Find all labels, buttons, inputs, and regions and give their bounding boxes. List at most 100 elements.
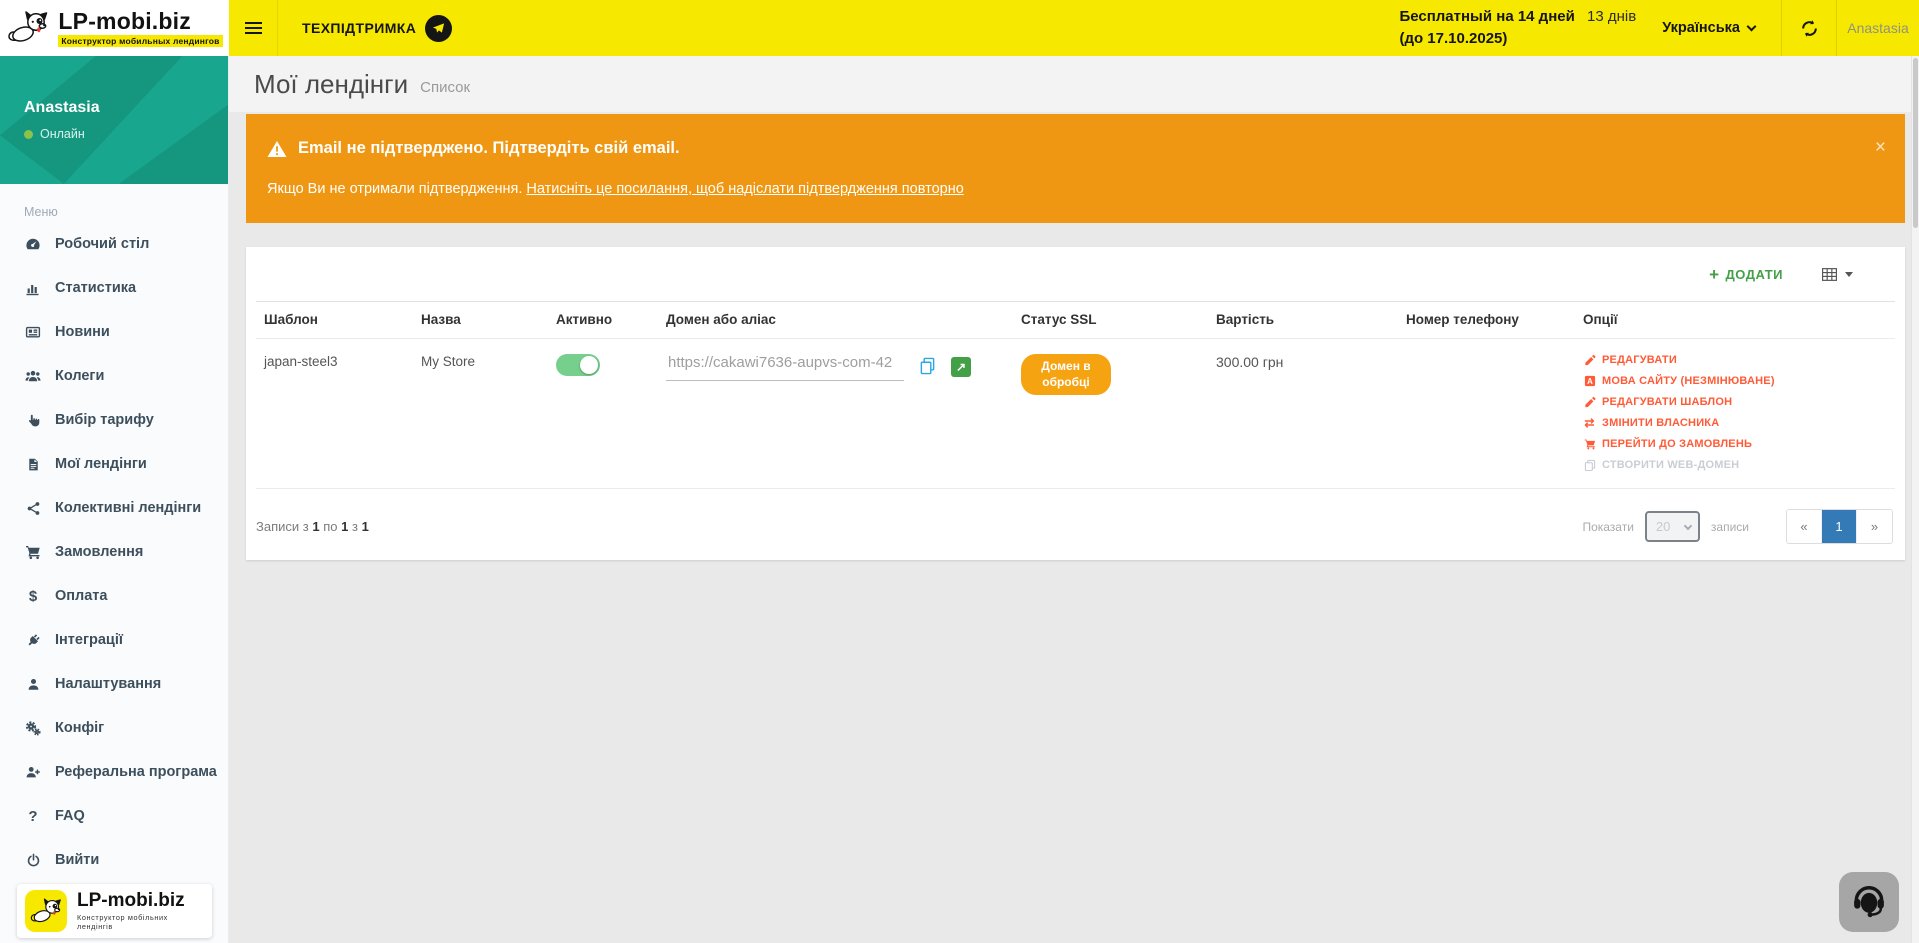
sidebar-item-config[interactable]: Конфіг [0,706,228,750]
trial-info: Бесплатный на 14 дней 13 днів (до 17.10.… [1399,6,1636,51]
question-icon: ? [24,808,42,825]
online-status-label: Онлайн [40,127,85,141]
dog-logo-icon [6,11,50,45]
trial-until: (до 17.10.2025) [1399,28,1636,51]
pagination-prev-button[interactable]: « [1787,510,1822,543]
trial-title: Бесплатный на 14 дней [1399,8,1574,25]
col-price: Вартість [1208,302,1398,339]
ssl-status-badge: Домен в обробці [1021,354,1111,395]
sidebar-footer-logo[interactable]: LP-mobi.biz Конструктор мобільних лендін… [17,884,212,938]
landings-card: + ДОДАТИ Шаблон Назва Активно Домен або … [246,247,1905,560]
sidebar-item-logout[interactable]: Вийти [0,838,228,882]
add-landing-button[interactable]: + ДОДАТИ [1709,266,1783,283]
cell-price: 300.00 грн [1216,354,1283,370]
option-edit-template[interactable]: РЕДАГУВАТИ ШАБЛОН [1583,396,1887,408]
cell-name: My Store [413,339,548,489]
logo-title: LP-mobi.biz [58,10,191,33]
landings-table: Шаблон Назва Активно Домен або аліас Ста… [256,301,1895,489]
page-size-select[interactable]: 20 [1645,511,1700,542]
col-ssl-status: Статус SSL [1013,302,1208,339]
topbar-yellow: ТЕХПІДТРИМКА Бесплатный на 14 дней 13 дн… [229,0,1919,56]
active-toggle[interactable] [556,354,600,376]
col-domain: Домен або аліас [658,302,1013,339]
option-change-owner[interactable]: ⇄ ЗМІНИТИ ВЛАСНИКА [1583,417,1887,429]
sidebar-item-faq[interactable]: ? FAQ [0,794,228,838]
support-label: ТЕХПІДТРИМКА [302,20,416,36]
footer-logo-subtitle: Конструктор мобільних лендінгів [77,913,204,931]
close-icon[interactable]: × [1875,138,1886,157]
menu-section-label: Меню [0,184,228,222]
col-options: Опції [1575,302,1895,339]
support-chat-button[interactable] [1839,872,1899,932]
cart-icon [24,544,42,560]
sidebar-item-news[interactable]: Новини [0,310,228,354]
open-site-button[interactable]: ↗ [951,357,971,377]
options-list: РЕДАГУВАТИ A МОВА САЙТУ (НЕЗМІНЮВАНЕ) РЕ… [1583,354,1887,471]
domain-input[interactable] [666,354,904,381]
sidebar-item-integrations[interactable]: Інтеграції [0,618,228,662]
page-title: Мої лендінги [254,69,408,100]
alert-title: Email не підтверджено. Підтвердіть свій … [298,139,680,158]
sidebar-item-colleagues[interactable]: Колеги [0,354,228,398]
col-template: Шаблон [256,302,413,339]
logo-subtitle: Конструктор мобильных лендингов [58,35,222,47]
sidebar-toggle-button[interactable] [229,0,278,56]
scrollbar-thumb[interactable] [1913,58,1918,228]
resend-confirmation-link[interactable]: Натисніть це посилання, щоб надіслати пі… [526,181,963,197]
cell-phone [1398,339,1575,489]
language-select[interactable]: Українська [1662,20,1755,36]
telegram-icon [425,15,452,42]
svg-text:A: A [1587,377,1593,386]
sidebar-item-my-landings[interactable]: Мої лендінги [0,442,228,486]
trial-days-left: 13 днів [1587,8,1636,25]
sidebar-item-tariff[interactable]: Вибір тарифу [0,398,228,442]
option-site-language[interactable]: A МОВА САЙТУ (НЕЗМІНЮВАНЕ) [1583,375,1887,387]
table-row: japan-steel3 My Store ↗ [256,339,1895,489]
page-header: Мої лендінги Список [229,56,1919,112]
chevron-down-icon [1684,521,1692,529]
sidebar-menu: Робочий стіл Статистика Новини Колеги Ви… [0,222,228,882]
option-go-to-orders[interactable]: ПЕРЕЙТИ ДО ЗАМОВЛЕНЬ [1583,438,1887,450]
pagination: « 1 » [1786,509,1893,544]
col-name: Назва [413,302,548,339]
sidebar-item-settings[interactable]: Налаштування [0,662,228,706]
refresh-icon [1800,19,1819,38]
sidebar-item-referral[interactable]: Реферальна програма [0,750,228,794]
topbar-username[interactable]: Anastasia [1837,20,1919,36]
grid-icon [1821,266,1838,283]
online-status-dot [24,130,33,139]
clone-icon [1583,459,1596,471]
email-alert: Email не підтверджено. Підтвердіть свій … [246,114,1905,223]
app-logo[interactable]: LP-mobi.biz Конструктор мобильных лендин… [0,0,229,56]
page-subtitle: Список [420,79,470,96]
newspaper-icon [24,324,42,340]
sidebar-item-collective-landings[interactable]: Колективні лендінги [0,486,228,530]
refresh-button[interactable] [1782,0,1836,56]
pagination-next-button[interactable]: » [1857,510,1892,543]
main-content: Мої лендінги Список Email не підтверджен… [229,56,1919,943]
option-create-web-domain: СТВОРИТИ WEB-ДОМЕН [1583,459,1887,471]
support-link[interactable]: ТЕХПІДТРИМКА [302,15,452,42]
user-plus-icon [24,764,42,780]
caret-down-icon [1845,272,1853,277]
power-icon [24,853,42,868]
col-phone: Номер телефону [1398,302,1575,339]
table-header-row: Шаблон Назва Активно Домен або аліас Ста… [256,302,1895,339]
pagination-page-1-button[interactable]: 1 [1822,510,1857,543]
exchange-icon: ⇄ [1583,417,1596,429]
sidebar-item-statistics[interactable]: Статистика [0,266,228,310]
table-footer: Записи з 1 по 1 з 1 Показати 20 записи «… [246,489,1905,548]
copy-domain-button[interactable] [919,357,936,379]
language-icon: A [1583,375,1596,387]
footer-logo-title: LP-mobi.biz [77,891,204,910]
sidebar-item-payment[interactable]: $ Оплата [0,574,228,618]
column-visibility-button[interactable] [1821,266,1853,283]
sidebar-item-orders[interactable]: Замовлення [0,530,228,574]
option-edit[interactable]: РЕДАГУВАТИ [1583,354,1887,366]
cell-template: japan-steel3 [256,339,413,489]
col-active: Активно [548,302,658,339]
sidebar: Anastasia Онлайн Меню Робочий стіл Стати… [0,56,229,943]
sidebar-username: Anastasia [24,99,228,117]
sidebar-item-dashboard[interactable]: Робочий стіл [0,222,228,266]
hand-pointer-icon [24,413,42,428]
